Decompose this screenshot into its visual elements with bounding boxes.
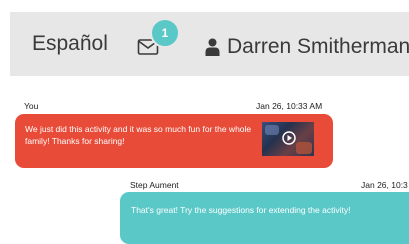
play-icon[interactable] xyxy=(282,131,296,145)
video-thumbnail[interactable] xyxy=(262,122,314,156)
message-sender: You xyxy=(24,101,39,111)
message-sender: Step Aument xyxy=(130,180,179,190)
language-switch-link[interactable]: Español xyxy=(32,32,108,56)
sent-message-bubble: We just did this activity and it was so … xyxy=(15,114,333,168)
message-timestamp: Jan 26, 10:33 AM xyxy=(256,101,323,111)
user-name: Darren Smitherman xyxy=(227,35,409,58)
message-text: That's great! Try the suggestions for ex… xyxy=(131,205,351,215)
top-bar: Español 1 Darren Smitherman xyxy=(10,12,409,76)
person-icon xyxy=(205,38,220,56)
notification-count-badge: 1 xyxy=(150,18,180,48)
user-menu-button[interactable]: Darren Smitherman xyxy=(205,34,409,60)
message-text: We just did this activity and it was so … xyxy=(25,124,252,146)
received-message-bubble: That's great! Try the suggestions for ex… xyxy=(120,192,409,244)
message-timestamp: Jan 26, 10:3 xyxy=(361,180,408,190)
